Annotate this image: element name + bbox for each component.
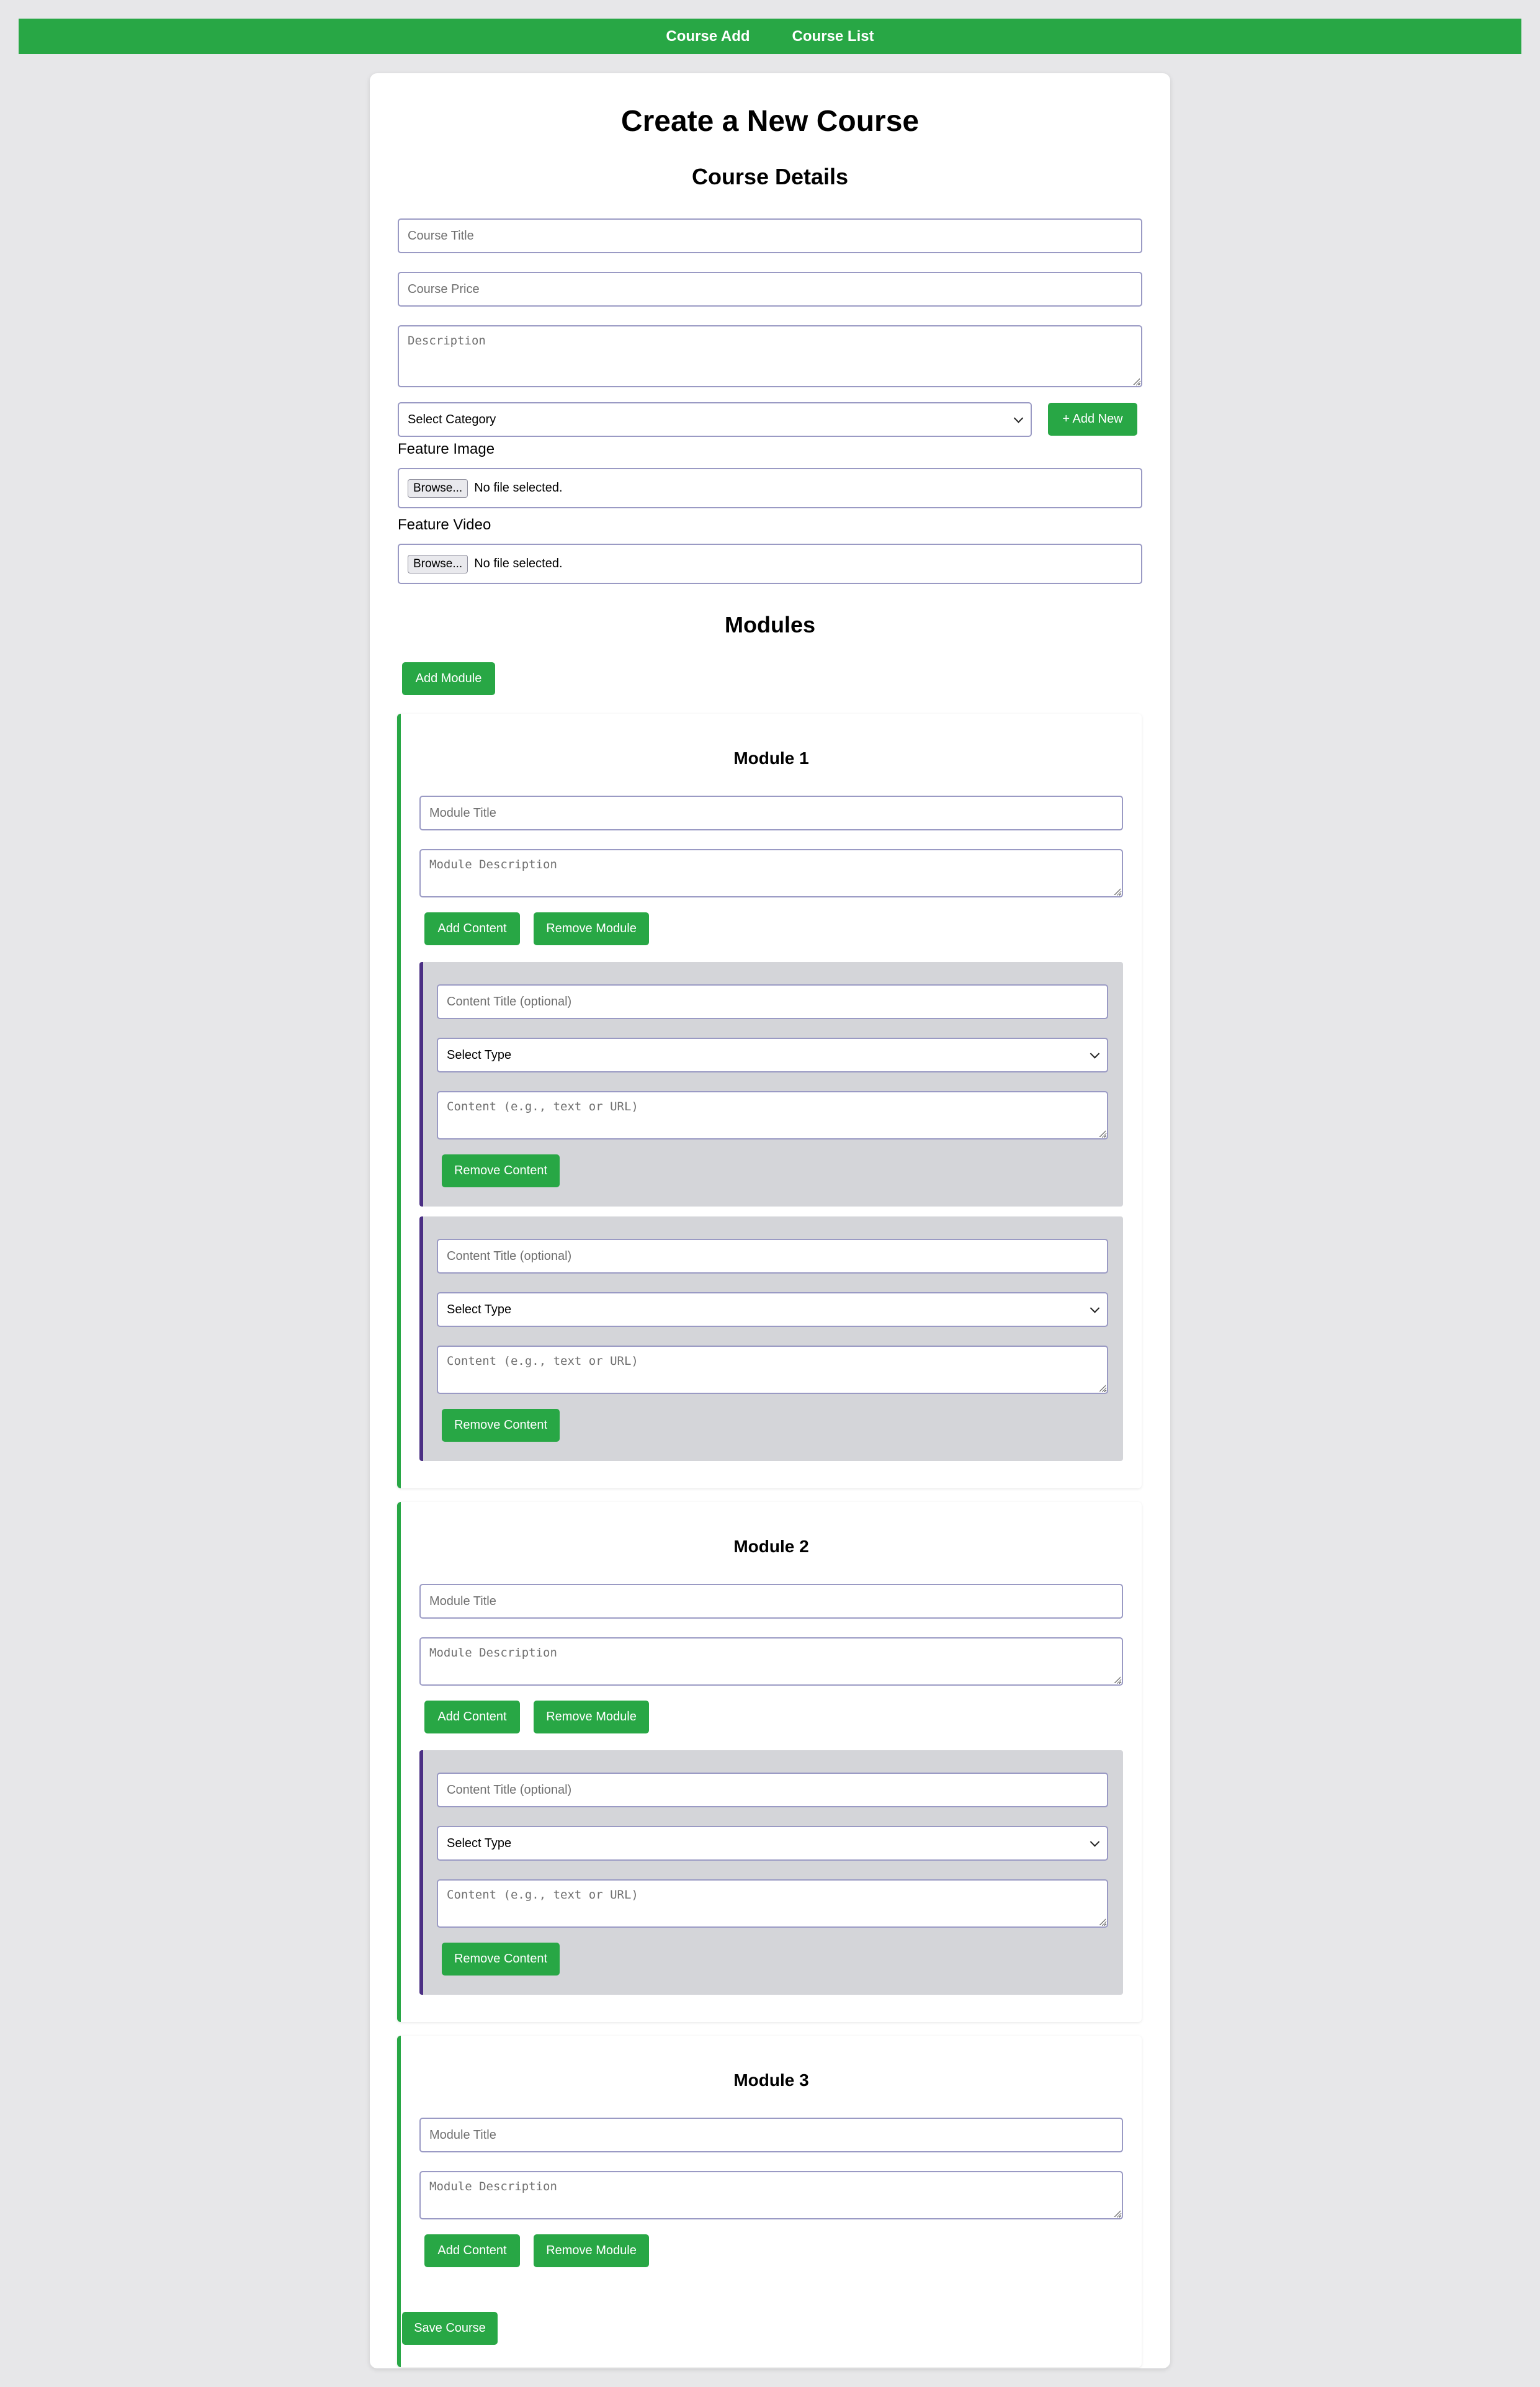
modules-heading: Modules [724, 612, 815, 637]
browse-button[interactable]: Browse... [408, 554, 468, 573]
remove-module-button[interactable]: Remove Module [534, 912, 649, 945]
category-select-value: Select Category [408, 412, 496, 426]
module-card: Module 3 Add Content Remove Module [397, 2036, 1142, 2367]
content-body-input[interactable] [437, 1346, 1108, 1394]
remove-module-button[interactable]: Remove Module [534, 1701, 649, 1733]
file-status-text: No file selected. [474, 481, 563, 495]
feature-video-file-input[interactable]: Browse... No file selected. [398, 544, 1142, 584]
feature-video-label: Feature Video [398, 516, 491, 533]
module-card: Module 2 Add Content Remove Module Selec… [397, 1502, 1142, 2022]
top-navbar: Course Add Course List [19, 19, 1521, 54]
module-title-input[interactable] [419, 2118, 1123, 2152]
file-status-text: No file selected. [474, 557, 563, 570]
content-body-wrap [437, 1346, 1108, 1394]
content-block: Select Type Remove Content [419, 1750, 1123, 1995]
course-price-input[interactable] [398, 272, 1142, 307]
module-description-wrap [419, 2171, 1123, 2219]
remove-content-button[interactable]: Remove Content [442, 1154, 560, 1187]
chevron-down-icon [1090, 1837, 1100, 1847]
save-course-button[interactable]: Save Course [402, 2312, 498, 2345]
add-category-button[interactable]: + Add New [1048, 403, 1137, 436]
content-type-select[interactable]: Select Type [437, 1038, 1108, 1072]
course-description-input[interactable] [398, 325, 1142, 387]
module-title: Module 3 [733, 2070, 809, 2090]
content-type-select[interactable]: Select Type [437, 1292, 1108, 1327]
module-title-input[interactable] [419, 1584, 1123, 1619]
content-body-input[interactable] [437, 1091, 1108, 1140]
module-description-wrap [419, 849, 1123, 897]
course-details-heading: Course Details [691, 164, 849, 189]
module-title: Module 2 [733, 1537, 809, 1556]
feature-image-file-input[interactable]: Browse... No file selected. [398, 468, 1142, 508]
content-block: Select Type Remove Content [419, 1216, 1123, 1461]
content-block: Select Type Remove Content [419, 962, 1123, 1207]
module-description-wrap [419, 1637, 1123, 1686]
content-title-input[interactable] [437, 984, 1108, 1019]
browse-button[interactable]: Browse... [408, 479, 468, 498]
page-title: Create a New Course [620, 105, 920, 138]
module-card: Module 1 Add Content Remove Module Selec… [397, 714, 1142, 1488]
content-type-select[interactable]: Select Type [437, 1826, 1108, 1861]
content-body-input[interactable] [437, 1879, 1108, 1928]
course-title-input[interactable] [398, 218, 1142, 253]
content-title-input[interactable] [437, 1239, 1108, 1274]
remove-module-button[interactable]: Remove Module [534, 2234, 649, 2267]
category-select[interactable]: Select Category [398, 402, 1032, 437]
feature-image-label: Feature Image [398, 441, 495, 457]
content-body-wrap [437, 1091, 1108, 1140]
module-description-input[interactable] [419, 1637, 1123, 1686]
nav-link-course-list[interactable]: Course List [792, 28, 874, 45]
content-type-value: Select Type [447, 1048, 512, 1062]
content-type-value: Select Type [447, 1302, 512, 1316]
chevron-down-icon [1090, 1303, 1100, 1313]
course-form-card: Create a New Course Course Details Selec… [370, 73, 1170, 2368]
nav-link-course-add[interactable]: Course Add [666, 28, 750, 45]
module-title: Module 1 [733, 748, 809, 768]
add-content-button[interactable]: Add Content [424, 1701, 520, 1733]
content-title-input[interactable] [437, 1773, 1108, 1807]
chevron-down-icon [1013, 413, 1024, 423]
chevron-down-icon [1090, 1049, 1100, 1059]
remove-content-button[interactable]: Remove Content [442, 1409, 560, 1442]
module-title-input[interactable] [419, 796, 1123, 830]
content-type-value: Select Type [447, 1836, 512, 1850]
course-description-wrap [398, 325, 1142, 387]
add-content-button[interactable]: Add Content [424, 912, 520, 945]
remove-content-button[interactable]: Remove Content [442, 1943, 560, 1976]
module-description-input[interactable] [419, 849, 1123, 897]
module-description-input[interactable] [419, 2171, 1123, 2219]
add-module-button[interactable]: Add Module [402, 662, 495, 695]
content-body-wrap [437, 1879, 1108, 1928]
add-content-button[interactable]: Add Content [424, 2234, 520, 2267]
